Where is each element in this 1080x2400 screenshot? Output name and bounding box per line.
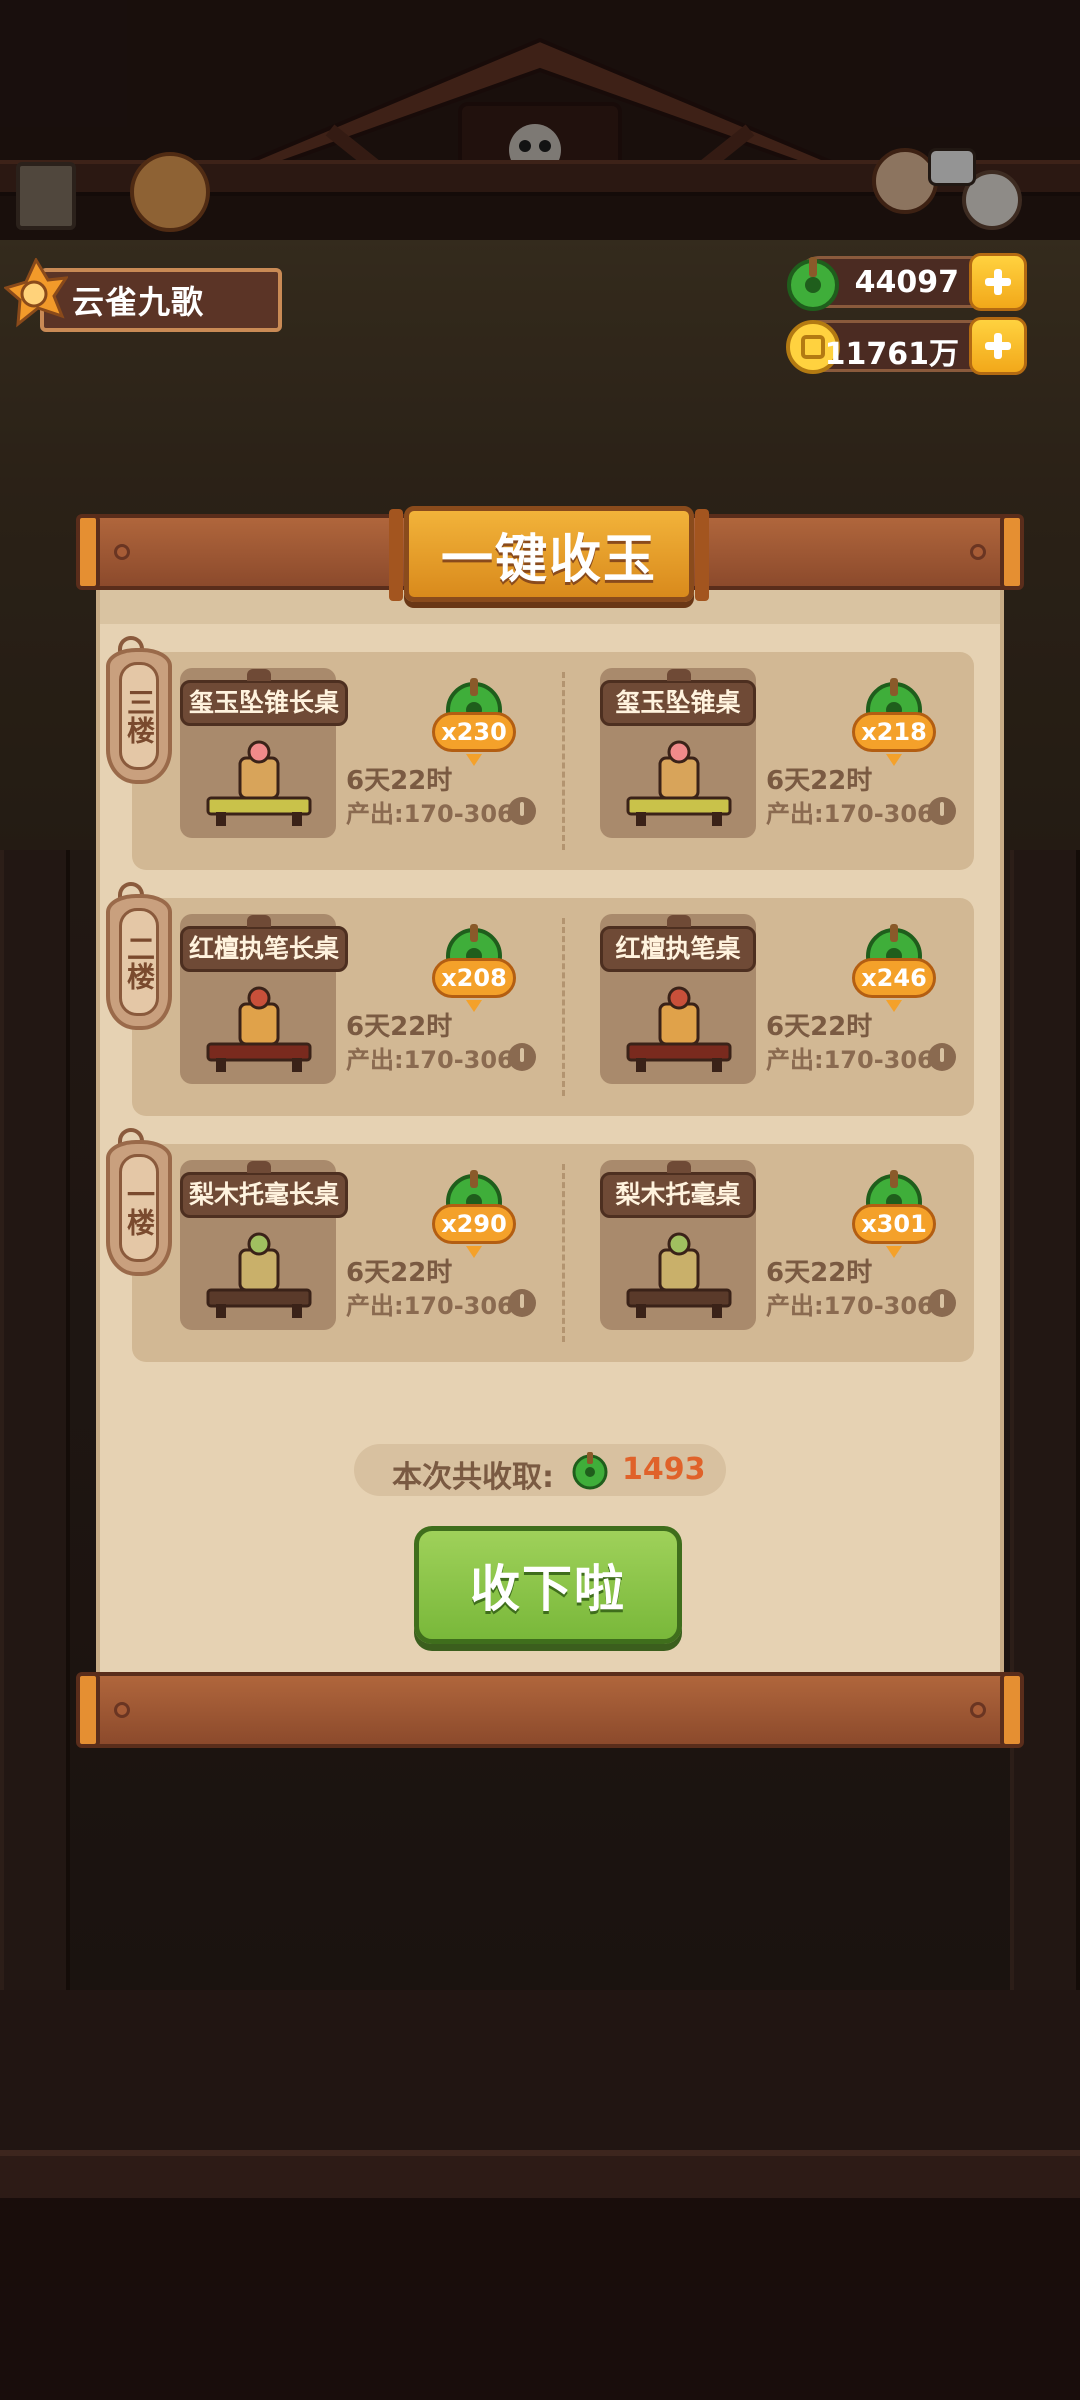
player-name: 云雀九歌	[72, 283, 205, 321]
dialog-title: 一键收玉	[440, 529, 657, 590]
desk-icon	[206, 740, 312, 826]
floor-label: 三楼	[119, 662, 159, 770]
desk-name: 玺玉坠锥桌	[600, 669, 756, 726]
desk-name: 玺玉坠锥长桌	[180, 669, 349, 726]
coin-amount: 11761万	[824, 337, 959, 372]
jade-count: x301	[852, 1204, 936, 1244]
bar-cap-right	[1000, 514, 1024, 590]
desk-icon	[626, 740, 732, 826]
desk-output: 产出:170-306	[766, 800, 934, 828]
player-name-plate[interactable]: 云雀九歌	[40, 268, 282, 332]
add-jade-button[interactable]	[969, 253, 1027, 311]
output-info-icon[interactable]	[508, 1043, 536, 1071]
desk-item[interactable]: 玺玉坠锥长桌 x230 6天22时产出:170-306	[132, 652, 552, 852]
jade-yield-badge: x290	[432, 1168, 516, 1260]
desk-item[interactable]: 玺玉坠锥桌 x218 6天22时产出:170-306	[552, 652, 972, 852]
desk-icon	[626, 986, 732, 1072]
jade-yield-badge: x218	[852, 676, 936, 768]
jade-count: x290	[432, 1204, 516, 1244]
bar-cap-right	[1000, 1672, 1024, 1748]
game-screen: 云雀九歌 44097 11761万 一键收玉 玺玉坠锥长桌 x230 6天22时…	[0, 0, 1080, 2400]
floor-row: 红檀执笔长桌 x208 6天22时产出:170-306 红檀执笔桌 x246 6天22时产…	[132, 898, 974, 1116]
desk-time: 6天22时	[766, 1012, 873, 1042]
desk-icon	[626, 1232, 732, 1318]
collect-button-label: 收下啦	[470, 1560, 626, 1618]
desk-item[interactable]: 梨木托毫长桌 x290 6天22时产出:170-306	[132, 1144, 552, 1344]
jade-count: x218	[852, 712, 936, 752]
rivet-icon	[970, 544, 986, 560]
player-avatar-icon[interactable]	[4, 258, 68, 334]
output-info-icon[interactable]	[508, 797, 536, 825]
jade-count: x230	[432, 712, 516, 752]
floor-tag: 二楼	[106, 894, 172, 1030]
jade-count: x246	[852, 958, 936, 998]
desk-item[interactable]: 梨木托毫桌 x301 6天22时产出:170-306	[552, 1144, 972, 1344]
desk-time: 6天22时	[346, 1012, 453, 1042]
floor-row: 玺玉坠锥长桌 x230 6天22时产出:170-306 玺玉坠锥桌 x218 6天22时产…	[132, 652, 974, 870]
desk-output: 产出:170-306	[346, 800, 514, 828]
rivet-icon	[114, 544, 130, 560]
desk-time: 6天22时	[766, 766, 873, 796]
desk-icon	[206, 1232, 312, 1318]
output-info-icon[interactable]	[508, 1289, 536, 1317]
desk-output: 产出:170-306	[346, 1292, 514, 1320]
output-info-icon[interactable]	[928, 1043, 956, 1071]
floor-label: 二楼	[119, 908, 159, 1016]
collect-button[interactable]: 收下啦	[414, 1526, 682, 1644]
total-label: 本次共收取:	[392, 1460, 554, 1495]
add-coin-button[interactable]	[969, 317, 1027, 375]
desk-name: 红檀执笔长桌	[180, 915, 349, 972]
jade-amount: 44097	[854, 265, 959, 300]
floor-tag: 一楼	[106, 1140, 172, 1276]
desk-name: 梨木托毫长桌	[180, 1161, 349, 1218]
jade-icon	[572, 1452, 608, 1490]
desk-output: 产出:170-306	[766, 1292, 934, 1320]
output-info-icon[interactable]	[928, 1289, 956, 1317]
desk-output: 产出:170-306	[346, 1046, 514, 1074]
desk-icon	[206, 986, 312, 1072]
dialog-bottom-bar	[76, 1672, 1024, 1748]
jade-yield-badge: x301	[852, 1168, 936, 1260]
jade-icon	[787, 257, 839, 311]
total-collected: 本次共收取: 1493	[354, 1444, 726, 1496]
total-value: 1493	[622, 1452, 706, 1487]
desk-item[interactable]: 红檀执笔长桌 x208 6天22时产出:170-306	[132, 898, 552, 1098]
desk-time: 6天22时	[346, 766, 453, 796]
rivet-icon	[114, 1702, 130, 1718]
jade-count: x208	[432, 958, 516, 998]
desk-time: 6天22时	[766, 1258, 873, 1288]
bar-cap-left	[76, 1672, 100, 1748]
dialog-title-plaque: 一键收玉	[389, 506, 709, 602]
rivet-icon	[970, 1702, 986, 1718]
bar-cap-left	[76, 514, 100, 590]
desk-time: 6天22时	[346, 1258, 453, 1288]
desk-name: 红檀执笔桌	[600, 915, 756, 972]
jade-yield-badge: x246	[852, 922, 936, 1014]
jade-currency: 44097	[787, 253, 1027, 311]
jade-yield-badge: x208	[432, 922, 516, 1014]
desk-item[interactable]: 红檀执笔桌 x246 6天22时产出:170-306	[552, 898, 972, 1098]
desk-output: 产出:170-306	[766, 1046, 934, 1074]
floor-row: 梨木托毫长桌 x290 6天22时产出:170-306 梨木托毫桌 x301 6天22时产…	[132, 1144, 974, 1362]
jade-yield-badge: x230	[432, 676, 516, 768]
floor-label: 一楼	[119, 1154, 159, 1262]
floor-tag: 三楼	[106, 648, 172, 784]
desk-name: 梨木托毫桌	[600, 1161, 756, 1218]
coin-currency: 11761万	[786, 317, 1027, 375]
output-info-icon[interactable]	[928, 797, 956, 825]
